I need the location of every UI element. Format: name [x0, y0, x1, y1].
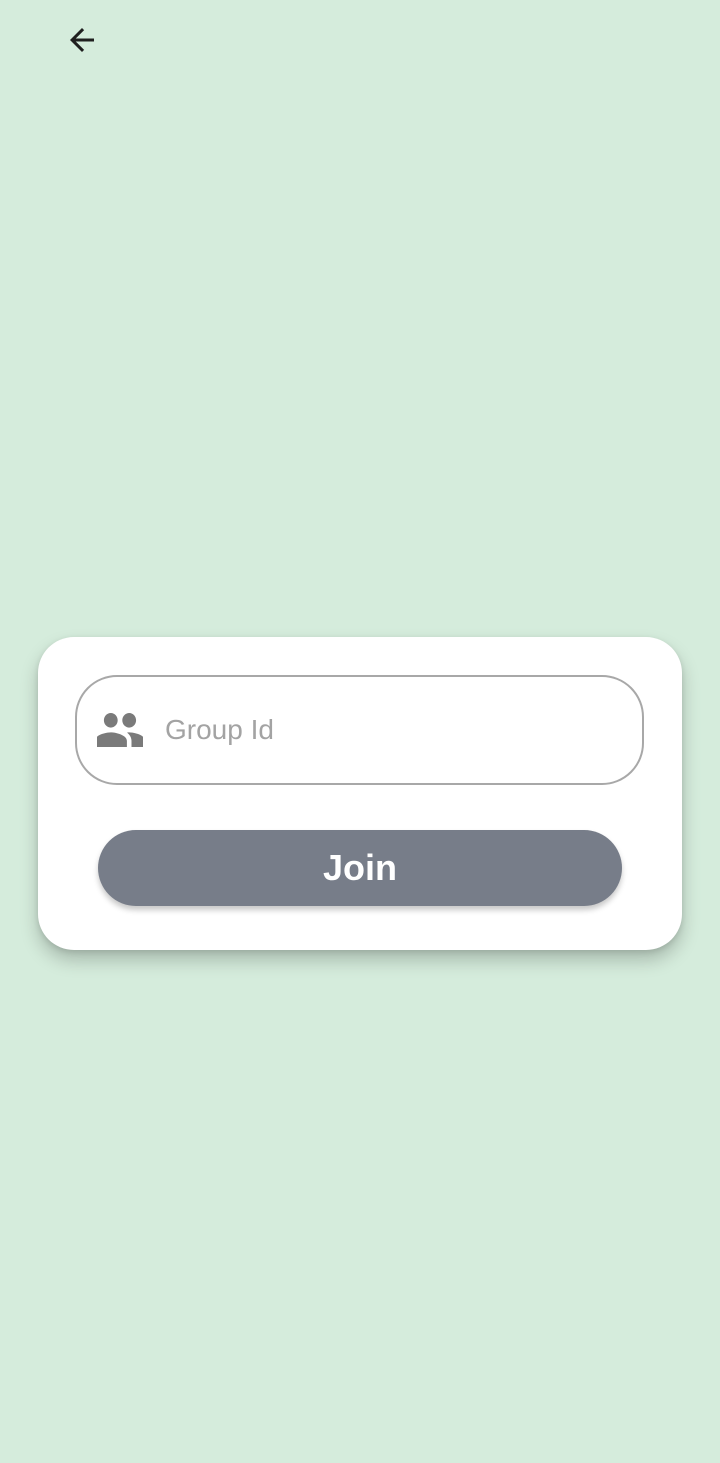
group-id-input[interactable] [165, 677, 618, 783]
group-icon [97, 713, 143, 747]
join-button[interactable]: Join [98, 830, 622, 906]
join-group-card: Join [38, 637, 682, 950]
arrow-back-icon [64, 22, 100, 58]
back-button[interactable] [54, 12, 110, 68]
group-id-field[interactable] [75, 675, 644, 785]
